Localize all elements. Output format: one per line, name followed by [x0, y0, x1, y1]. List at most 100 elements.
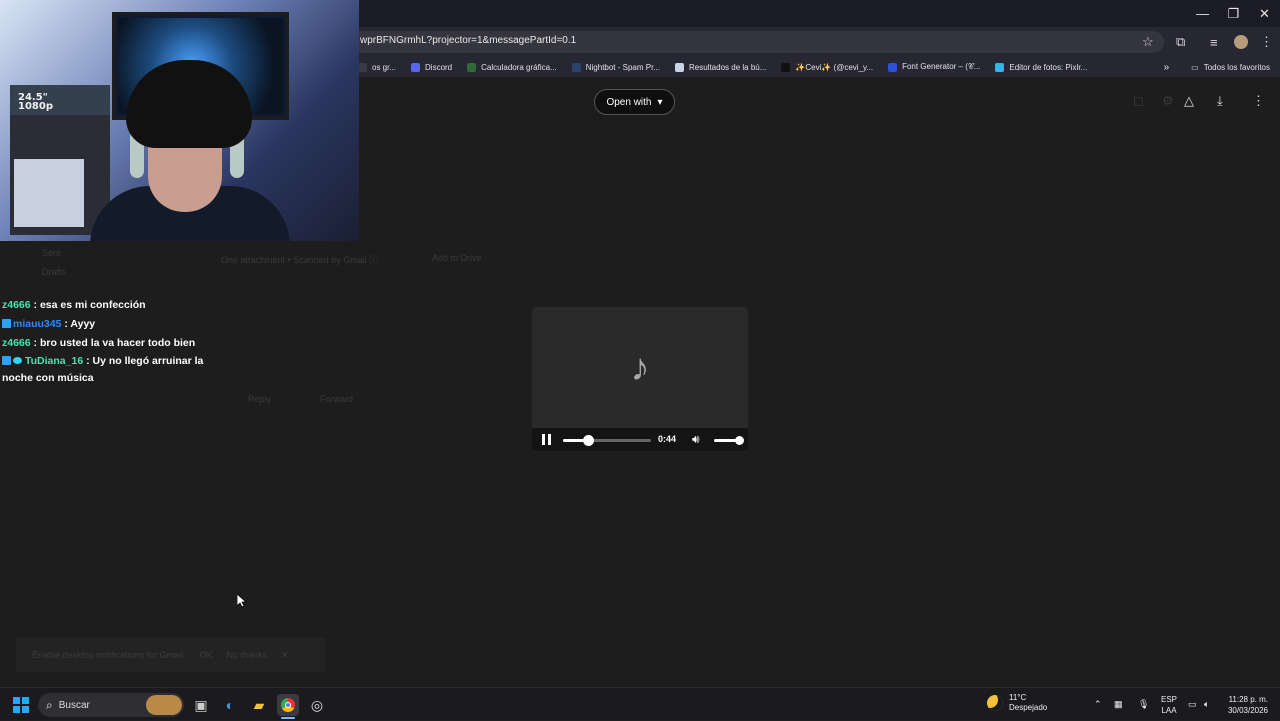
edge-icon[interactable]: ◐ [219, 694, 241, 716]
seek-bar[interactable] [563, 435, 651, 446]
caret-down-icon: ▾ [657, 96, 663, 108]
bookmark-label: Resultados de la bú... [689, 62, 767, 72]
more-bookmarks-button[interactable]: » [1164, 62, 1170, 73]
pc-case-box [14, 159, 84, 227]
chat-username[interactable]: miauu345 [13, 318, 61, 330]
desmos-icon [467, 62, 477, 72]
weather-widget[interactable]: 11°C Despejado [987, 693, 1047, 713]
speaker-icon[interactable]: 🔈︎ [1204, 688, 1209, 721]
chat-separator: : [83, 355, 93, 367]
ghost-sent: Sent [42, 248, 61, 258]
chat-separator: : [30, 337, 40, 349]
microphone-icon[interactable]: 🎙︎ [1138, 688, 1149, 721]
file-explorer-icon[interactable]: ▰ [248, 694, 270, 716]
obs-icon[interactable]: ◎ [306, 694, 328, 716]
taskbar-search[interactable]: ⌕ Buscar [38, 693, 184, 717]
bookmark-label: ✨Cevi✨ (@cevi_y... [795, 62, 874, 72]
tray-overflow-icon[interactable]: ⌃ [1094, 688, 1102, 721]
add-to-drive-icon[interactable]: △ [1184, 93, 1194, 109]
extensions-icon[interactable]: ⧉ [1176, 32, 1185, 52]
volume-slider[interactable] [714, 436, 744, 445]
browser-menu-icon[interactable]: ⋮ [1260, 32, 1273, 52]
bookmark-item[interactable]: Discord [411, 62, 452, 72]
vip-badge-icon [2, 356, 11, 365]
chat-text: bro usted la va hacer todo bien [39, 337, 196, 349]
music-note-icon: ♪ [630, 346, 650, 389]
url-text: wprBFNGrmhL?projector=1&messagePartId=0.… [360, 35, 577, 46]
toast-close-icon[interactable]: ✕ [281, 650, 289, 661]
address-bar[interactable]: wprBFNGrmhL?projector=1&messagePartId=0.… [330, 31, 1164, 53]
bookmark-item[interactable]: Resultados de la bú... [675, 62, 767, 72]
taskbar-clock[interactable]: 11:28 p. m. 30/03/2026 [1228, 694, 1268, 716]
minimize-button[interactable]: — [1187, 0, 1218, 27]
moon-icon [987, 695, 1003, 711]
clock-time: 11:28 p. m. [1228, 695, 1268, 704]
star-icon[interactable]: ☆ [1142, 32, 1154, 52]
task-view-icon[interactable]: ▣ [190, 694, 212, 716]
all-favorites-link[interactable]: Todos los favoritos [1204, 63, 1270, 72]
download-icon[interactable]: ⤓ [1217, 93, 1223, 109]
monitor-box-label: 24.5" 1080p [18, 93, 53, 112]
tiktok-icon [781, 62, 791, 72]
profile-avatar[interactable] [1234, 35, 1248, 49]
maximize-button[interactable]: ❐ [1218, 0, 1249, 27]
bookmark-label: Font Generator – (𝒞... [902, 62, 981, 71]
folder-icon: ▭ [1191, 62, 1199, 72]
pixlr-icon [995, 62, 1005, 72]
chat-message: TuDiana_16 : Uy no llegó arruinar la noc… [2, 353, 217, 387]
fish-badge-icon [13, 357, 22, 364]
toast-ok-button[interactable]: OK [200, 650, 213, 660]
bookmark-item[interactable]: Calculadora gráfica... [467, 62, 557, 72]
bookmark-label: Calculadora gráfica... [481, 62, 557, 72]
nightbot-icon [571, 62, 581, 72]
ghost-add-drive: Add to Drive [432, 253, 482, 263]
window-controls: — ❐ ✕ [1187, 0, 1280, 27]
open-with-button[interactable]: Open with ▾ [594, 89, 675, 115]
volume-icon[interactable]: 🔊︎ [692, 432, 700, 447]
ghost-drafts: Drafts [42, 267, 67, 277]
bookmark-item[interactable]: Nightbot - Spam Pr... [571, 62, 660, 72]
taskbar: ⌕ Buscar ▣ ◐ ▰ ◎ 11°C Despejado ⌃ ▦ 🎙︎ E… [0, 687, 1280, 720]
network-icon[interactable]: ▭ [1188, 688, 1197, 721]
webcam-overlay: 24.5" 1080p [0, 0, 359, 241]
stream-chat: z4666 : esa es mi confección miauu345 : A… [2, 296, 217, 387]
open-with-label: Open with [606, 96, 652, 108]
player-controls: 0:44 🔊︎ [532, 428, 748, 451]
search-icon: ⌕ [46, 697, 53, 712]
bookmark-item[interactable]: os gr... [358, 62, 397, 72]
chat-username[interactable]: z4666 [2, 337, 31, 349]
chat-text: Ayyy [70, 318, 96, 330]
settings-icon[interactable]: ⚙ [1162, 93, 1174, 109]
toast-no-thanks-button[interactable]: No thanks [227, 650, 268, 660]
font-icon [888, 62, 898, 72]
chat-username[interactable]: TuDiana_16 [25, 355, 83, 367]
discord-icon [411, 62, 421, 72]
pause-button[interactable] [540, 434, 552, 446]
bookmark-item[interactable]: Editor de fotos: Pixlr... [995, 62, 1087, 72]
bookmark-item[interactable]: ✨Cevi✨ (@cevi_y... [781, 62, 874, 72]
language-code: ESP [1161, 695, 1178, 704]
media-control-icon[interactable]: ≡ [1210, 32, 1218, 52]
more-options-icon[interactable]: ⋮ [1252, 93, 1265, 109]
start-button[interactable] [13, 697, 29, 713]
bookmark-item[interactable]: Font Generator – (𝒞... [888, 62, 980, 72]
ghost-forward: Forward [320, 394, 354, 404]
chat-username[interactable]: z4666 [2, 299, 31, 311]
close-button[interactable]: ✕ [1249, 0, 1280, 27]
bookmark-label: Nightbot - Spam Pr... [585, 62, 660, 72]
search-highlight-image [146, 695, 182, 715]
chrome-icon[interactable] [277, 694, 299, 716]
bookmark-label: os gr... [372, 62, 397, 72]
language-indicator[interactable]: ESP LAA [1161, 694, 1177, 716]
seek-handle[interactable] [582, 435, 594, 446]
tray-app-icon[interactable]: ▦ [1114, 688, 1123, 721]
print-icon[interactable]: ◻ [1133, 93, 1144, 109]
search-label: Buscar [58, 699, 90, 711]
ghost-reply: Reply [248, 394, 272, 404]
chat-separator: : [30, 299, 40, 311]
weather-desc: Despejado [1009, 703, 1048, 712]
volume-handle[interactable] [735, 436, 744, 445]
subscriber-badge-icon [2, 319, 11, 328]
weather-temp: 11°C [1009, 693, 1027, 702]
monitor-box-label-res: 1080p [18, 101, 53, 112]
